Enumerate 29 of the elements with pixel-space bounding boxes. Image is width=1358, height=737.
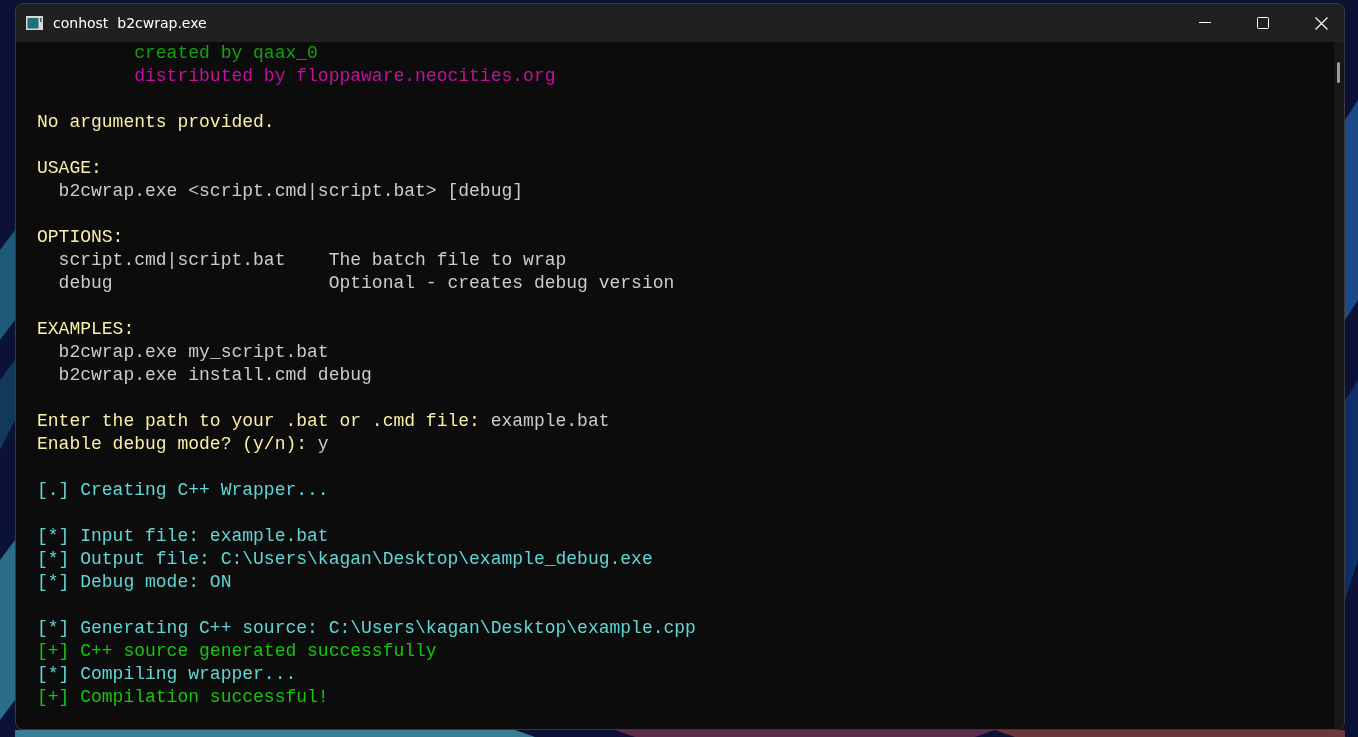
console-text: OPTIONS: [37, 227, 124, 247]
console-text: [*] Input file: example.bat [37, 526, 329, 546]
console-text: script.cmd|script.bat The batch file to wrap [57, 250, 567, 270]
console-text: b2cwrap.exe install.cmd debug [57, 365, 372, 385]
console-text: [+] Compilation successful! [37, 687, 329, 707]
console-text: b2cwrap.exe my_script.bat [57, 342, 329, 362]
console-text: Enter the path to your .bat or .cmd file: [37, 411, 481, 431]
console-text: EXAMPLES: [37, 319, 135, 339]
console-text: [+] C++ source generated successfully [37, 641, 437, 661]
console-text: example.bat [490, 411, 610, 431]
console-text: debug Optional - creates debug version [57, 273, 675, 293]
console-text: Enable debug mode? (y/n): [37, 434, 309, 454]
scrollbar[interactable] [1334, 42, 1344, 729]
console-text: created by qaax_0 [133, 43, 318, 63]
console-text: b2cwrap.exe <script.cmd|script.bat> [debug] [57, 181, 524, 201]
console-text: [*] Compiling wrapper... [37, 664, 297, 684]
console-text: [.] Creating C++ Wrapper... [37, 480, 329, 500]
maximize-icon [1257, 17, 1269, 29]
console-text: [*] Output file: C:\Users\kagan\Desktop\example_debug.exe [37, 549, 653, 569]
console-text: [*] Generating C++ source: C:\Users\kagan\Desktop\example.cpp [37, 618, 696, 638]
terminal-icon [26, 16, 43, 30]
console-text: No arguments provided. [37, 112, 275, 132]
console-text: [*] Debug mode: ON [37, 572, 232, 592]
close-icon [1314, 16, 1328, 30]
console-text: distributed by floppaware.neocities.org [133, 66, 556, 86]
minimize-icon [1199, 22, 1211, 24]
console-text: y [317, 434, 329, 454]
window-title: conhost b2cwrap.exe [53, 15, 208, 31]
console-text: USAGE: [37, 158, 102, 178]
